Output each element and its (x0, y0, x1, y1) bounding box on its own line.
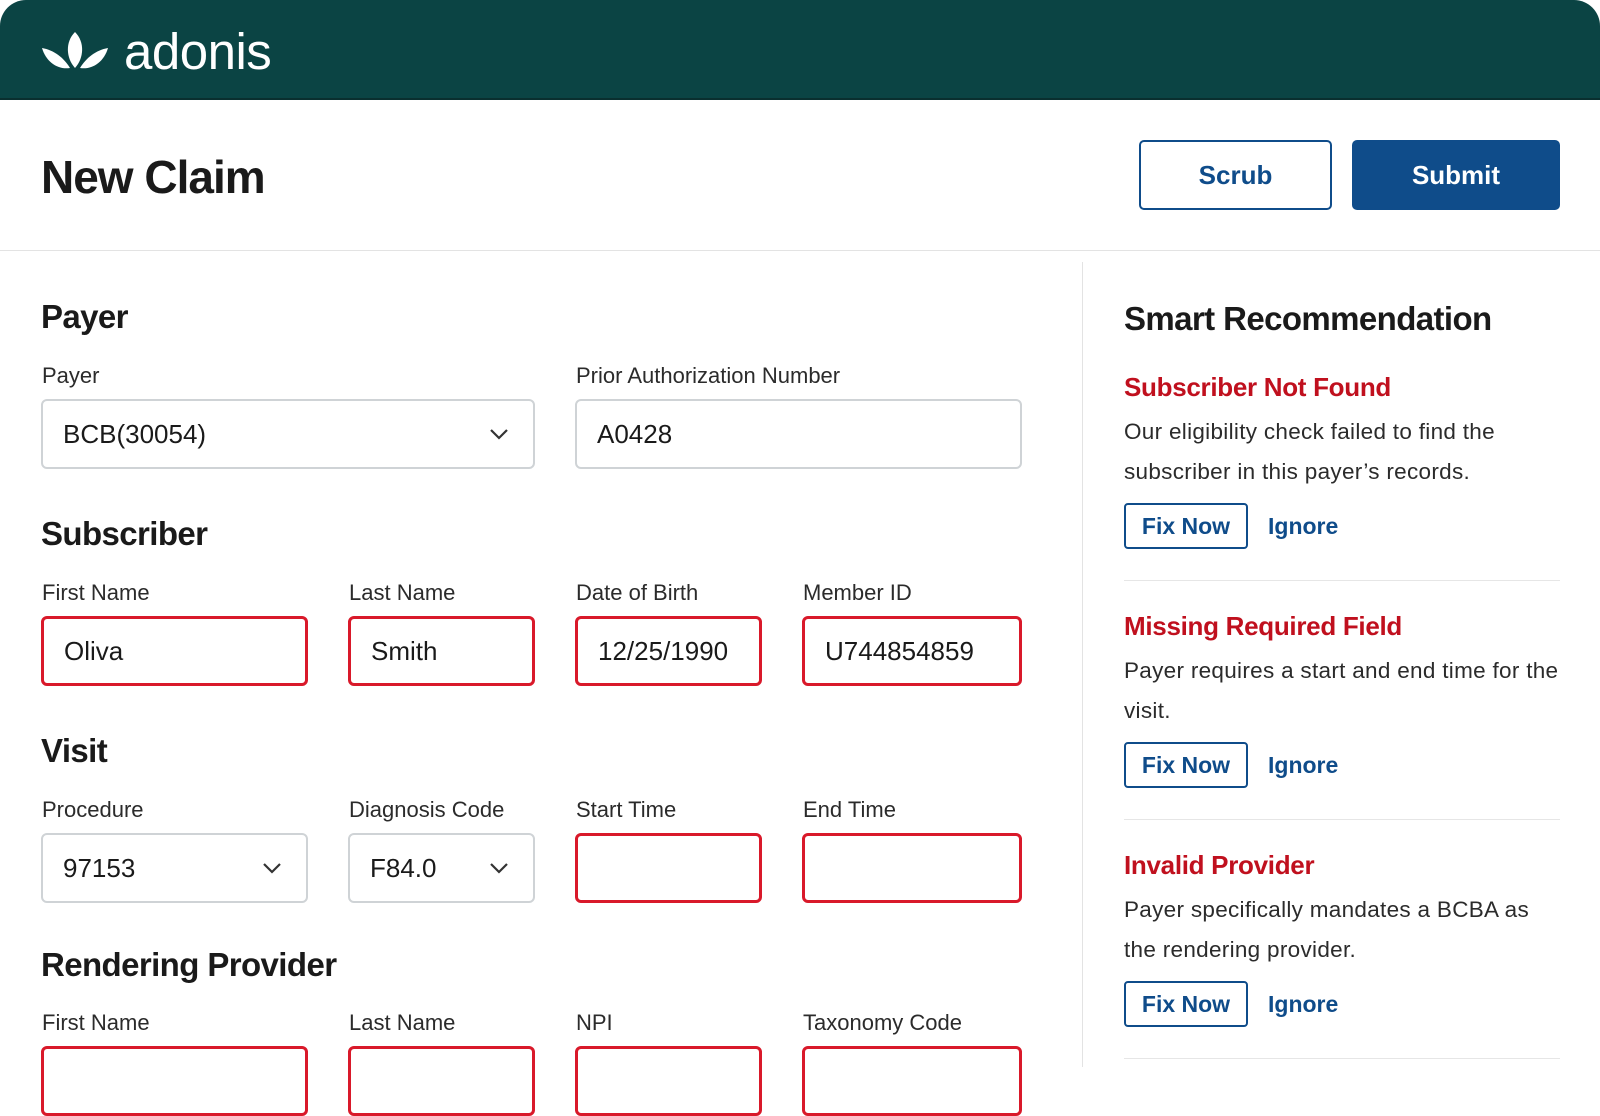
subscriber-first-name-label: First Name (42, 580, 150, 605)
scrub-button[interactable]: Scrub (1139, 140, 1332, 210)
logo[interactable]: adonis (40, 23, 272, 80)
diagnosis-code-label: Diagnosis Code (349, 797, 505, 822)
chevron-down-icon (490, 863, 508, 874)
recommendation-body: Payer specifically mandates a BCBA as th… (1124, 897, 1530, 962)
start-time-input[interactable] (575, 833, 762, 903)
procedure-select[interactable]: 97153 (41, 833, 308, 903)
dob-label: Date of Birth (576, 580, 699, 605)
recommendation-title: Invalid Provider (1124, 850, 1315, 880)
prior-auth-value: A0428 (597, 418, 673, 449)
payer-select[interactable]: BCB(30054) (41, 399, 535, 469)
fix-now-button[interactable]: Fix Now (1124, 742, 1248, 788)
start-time-label: Start Time (576, 797, 677, 822)
subscriber-last-name-value: Smith (371, 635, 438, 666)
section-title-rendering-provider: Rendering Provider (41, 946, 337, 983)
recommendation-title: Missing Required Field (1124, 611, 1402, 641)
recommendation-title: Subscriber Not Found (1124, 372, 1392, 402)
section-title-subscriber: Subscriber (41, 515, 208, 552)
payer-label: Payer (42, 363, 100, 388)
chevron-down-icon (490, 429, 508, 440)
procedure-label: Procedure (42, 797, 144, 822)
end-time-label: End Time (803, 797, 896, 822)
submit-button[interactable]: Submit (1352, 140, 1560, 210)
recommendation-divider (1124, 819, 1560, 820)
dob-input[interactable]: 12/25/1990 (575, 616, 762, 686)
section-title-payer: Payer (41, 298, 129, 335)
panel-divider (1082, 262, 1083, 1067)
procedure-value: 97153 (63, 852, 136, 883)
diagnosis-code-value: F84.0 (370, 852, 437, 883)
diagnosis-code-select[interactable]: F84.0 (348, 833, 535, 903)
recommendation-body: Our eligibility check failed to find the… (1124, 419, 1495, 484)
dob-value: 12/25/1990 (598, 635, 729, 666)
provider-last-name-label: Last Name (349, 1010, 456, 1035)
fix-now-button[interactable]: Fix Now (1124, 503, 1248, 549)
subscriber-first-name-value: Oliva (64, 635, 124, 666)
recommendation-body: Payer requires a start and end time for … (1124, 658, 1559, 723)
recommendations-title: Smart Recommendation (1124, 300, 1492, 337)
recommendation-divider (1124, 1058, 1560, 1059)
section-title-visit: Visit (41, 732, 108, 769)
subscriber-first-name-input[interactable]: Oliva (41, 616, 308, 686)
provider-last-name-input[interactable] (348, 1046, 535, 1116)
ignore-link[interactable]: Ignore (1268, 742, 1338, 788)
page-title: New Claim (41, 151, 266, 203)
prior-auth-input[interactable]: A0428 (575, 399, 1022, 469)
leaf-logo-icon (42, 32, 108, 69)
npi-input[interactable] (575, 1046, 762, 1116)
ignore-link[interactable]: Ignore (1268, 981, 1338, 1027)
member-id-value: U744854859 (825, 635, 974, 666)
top-bar: adonis (0, 0, 1600, 100)
header-divider (0, 250, 1600, 251)
provider-first-name-label: First Name (42, 1010, 150, 1035)
taxonomy-code-label: Taxonomy Code (803, 1010, 962, 1035)
chevron-down-icon (263, 863, 281, 874)
npi-label: NPI (576, 1010, 613, 1035)
recommendation-divider (1124, 580, 1560, 581)
prior-auth-label: Prior Authorization Number (576, 363, 841, 388)
payer-value: BCB(30054) (63, 418, 207, 449)
subscriber-last-name-label: Last Name (349, 580, 456, 605)
member-id-label: Member ID (803, 580, 912, 605)
end-time-input[interactable] (802, 833, 1022, 903)
subscriber-last-name-input[interactable]: Smith (348, 616, 535, 686)
fix-now-button[interactable]: Fix Now (1124, 981, 1248, 1027)
member-id-input[interactable]: U744854859 (802, 616, 1022, 686)
brand-name: adonis (124, 23, 272, 80)
ignore-link[interactable]: Ignore (1268, 503, 1338, 549)
taxonomy-code-input[interactable] (802, 1046, 1022, 1116)
provider-first-name-input[interactable] (41, 1046, 308, 1116)
